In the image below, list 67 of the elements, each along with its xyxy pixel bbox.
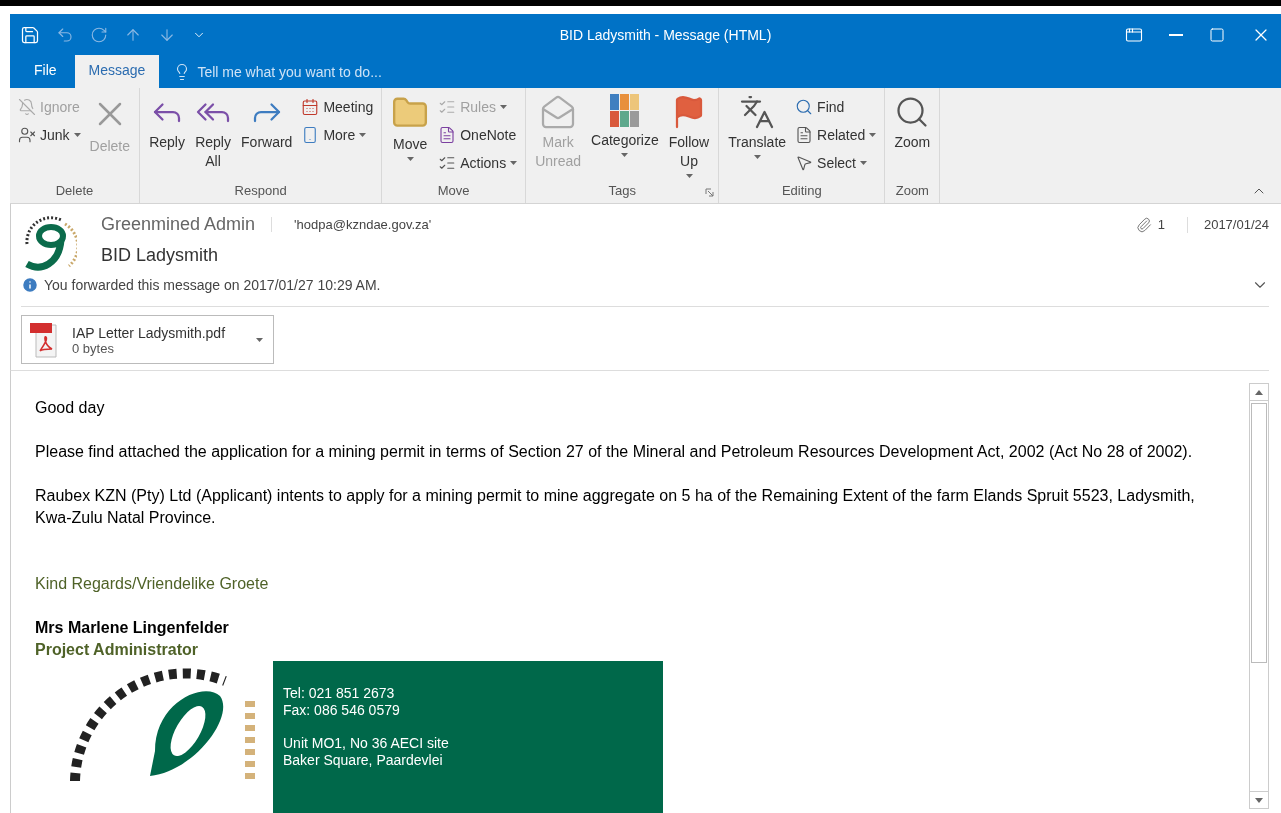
group-label: Move xyxy=(437,182,470,200)
sender-name: Greenmined Admin xyxy=(101,214,256,235)
ribbon-tab[interactable]: File xyxy=(20,55,71,88)
ribbon-button[interactable]: OneNote xyxy=(436,123,520,147)
group-label: Editing xyxy=(781,182,822,200)
body-paragraph: Project Administrator xyxy=(35,640,199,660)
ribbon-button[interactable]: Related xyxy=(793,123,879,147)
redo-icon xyxy=(90,25,108,44)
ribbon-button[interactable]: Junk xyxy=(16,123,83,147)
dropdown-caret-icon xyxy=(256,338,263,342)
ribbon-button[interactable]: Translate xyxy=(725,92,790,181)
contact-line: Baker Square, Paardevlei xyxy=(283,752,444,769)
message-subject: BID Ladysmith xyxy=(101,245,220,266)
ribbon-display-icon xyxy=(1125,25,1143,44)
ribbon-button[interactable]: Categorize xyxy=(588,92,662,181)
info-text: You forwarded this message on 2017/01/27 10:29 AM. xyxy=(44,277,381,293)
ribbon-button[interactable]: Select xyxy=(793,151,879,175)
color-grid-icon xyxy=(609,94,640,128)
attachment-count: 1 xyxy=(1157,217,1165,232)
ribbon-button[interactable]: More xyxy=(299,123,376,147)
calendar-icon xyxy=(301,98,320,116)
attachment[interactable]: IAP Letter Ladysmith.pdf 0 bytes xyxy=(21,315,274,364)
translate-icon xyxy=(739,94,776,130)
attachment-name: IAP Letter Ladysmith.pdf xyxy=(72,324,227,341)
undo-icon xyxy=(56,25,74,44)
group-label: Tags xyxy=(608,182,636,200)
body-paragraph: Mrs Marlene Lingenfelder xyxy=(35,618,230,638)
ribbon-button[interactable]: Find xyxy=(793,95,879,119)
ribbon-button[interactable]: Zoom xyxy=(891,92,934,181)
group-label: Delete xyxy=(55,182,94,200)
contact-line: Fax: 086 546 0579 xyxy=(283,702,401,719)
info-icon xyxy=(21,276,39,294)
attachment-size: 0 bytes xyxy=(72,340,115,356)
document-icon xyxy=(795,126,814,144)
ribbon-button[interactable]: Actions xyxy=(436,151,520,175)
ribbon-button[interactable]: Move xyxy=(388,92,433,181)
search-icon xyxy=(795,98,814,116)
contact-line: Unit MO1, No 36 AECI site xyxy=(283,735,450,752)
person-block-icon xyxy=(18,126,36,144)
ribbon-button[interactable]: Meeting xyxy=(299,95,376,119)
pointer-icon xyxy=(795,154,814,172)
scroll-down-icon[interactable] xyxy=(1255,797,1263,803)
envelope-icon xyxy=(540,94,577,130)
ribbon-button[interactable]: Forward xyxy=(238,92,296,181)
ribbon-tab[interactable]: Message xyxy=(74,55,160,88)
message-date: 2017/01/24 xyxy=(1203,217,1269,232)
body-paragraph: Good day xyxy=(35,398,106,418)
dialog-launcher-icon[interactable] xyxy=(705,188,715,197)
body-paragraph: Kind Regards/Vriendelike Groete xyxy=(35,574,270,594)
minimize-icon[interactable] xyxy=(1169,33,1183,36)
scrollbar[interactable] xyxy=(1249,383,1269,809)
maximize-icon xyxy=(1209,26,1225,43)
ribbon-button[interactable]: Follow Up xyxy=(665,92,713,181)
body-paragraph: Raubex KZN (Pty) Ltd (Applicant) intents to apply for a mining permit to mine aggregate on 5 ha of the Remaining Extent of the farm Elands Spruit 5523, Ladysmith, Kwa-Zulu Natal Province. xyxy=(35,486,1196,528)
save-icon xyxy=(20,24,40,45)
group-label: Zoom xyxy=(895,182,929,200)
recipient: 'hodpa@kzndae.gov.za' xyxy=(271,217,432,232)
window-title: BID Ladysmith - Message (HTML) xyxy=(558,26,773,43)
paperclip-icon xyxy=(1135,216,1152,233)
ribbon-button[interactable]: Reply All xyxy=(192,92,235,181)
scroll-up-icon[interactable] xyxy=(1255,389,1263,395)
scroll-thumb[interactable] xyxy=(1251,403,1267,663)
ribbon-button[interactable]: Reply xyxy=(146,92,189,181)
tell-me-field[interactable]: Tell me what you want to do... xyxy=(163,55,392,88)
body-paragraph: Please find attached the application for a mining permit in terms of Section 27 of the Mineral and Petroleum Resources Development Act, 2002 (Act No 28 of 2002). xyxy=(35,442,1194,462)
group-label: Respond xyxy=(234,182,287,200)
contact-line: Tel: 021 851 2673 xyxy=(283,685,396,702)
